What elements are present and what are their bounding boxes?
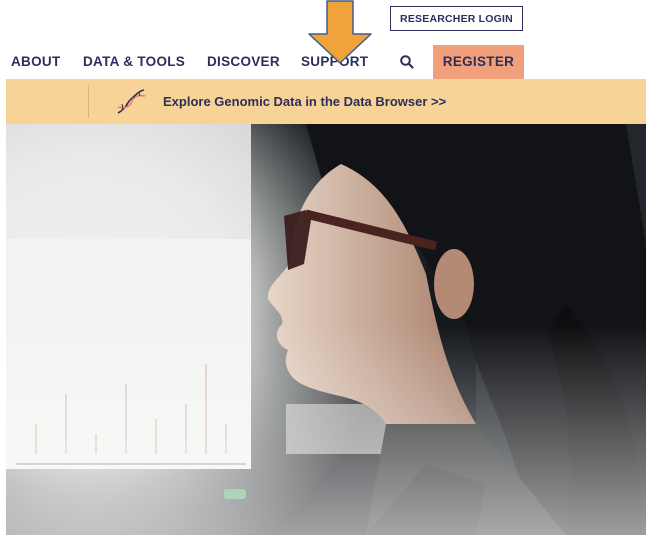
data-browser-banner[interactable]: Explore Genomic Data in the Data Browser… [6, 79, 646, 124]
hero-photo-researcher [6, 124, 646, 535]
hero-image [6, 124, 646, 535]
nav-item-about[interactable]: ABOUT [11, 45, 61, 79]
dna-icon [117, 89, 146, 114]
nav-item-data-tools[interactable]: DATA & TOOLS [83, 45, 185, 79]
nav-item-discover[interactable]: DISCOVER [207, 45, 280, 79]
search-icon[interactable] [399, 54, 415, 70]
researcher-login-button[interactable]: RESEARCHER LOGIN [390, 6, 523, 31]
down-arrow-annotation [308, 0, 372, 64]
data-browser-link[interactable]: Explore Genomic Data in the Data Browser… [163, 79, 446, 124]
banner-divider [88, 85, 89, 118]
register-button[interactable]: REGISTER [433, 45, 524, 79]
